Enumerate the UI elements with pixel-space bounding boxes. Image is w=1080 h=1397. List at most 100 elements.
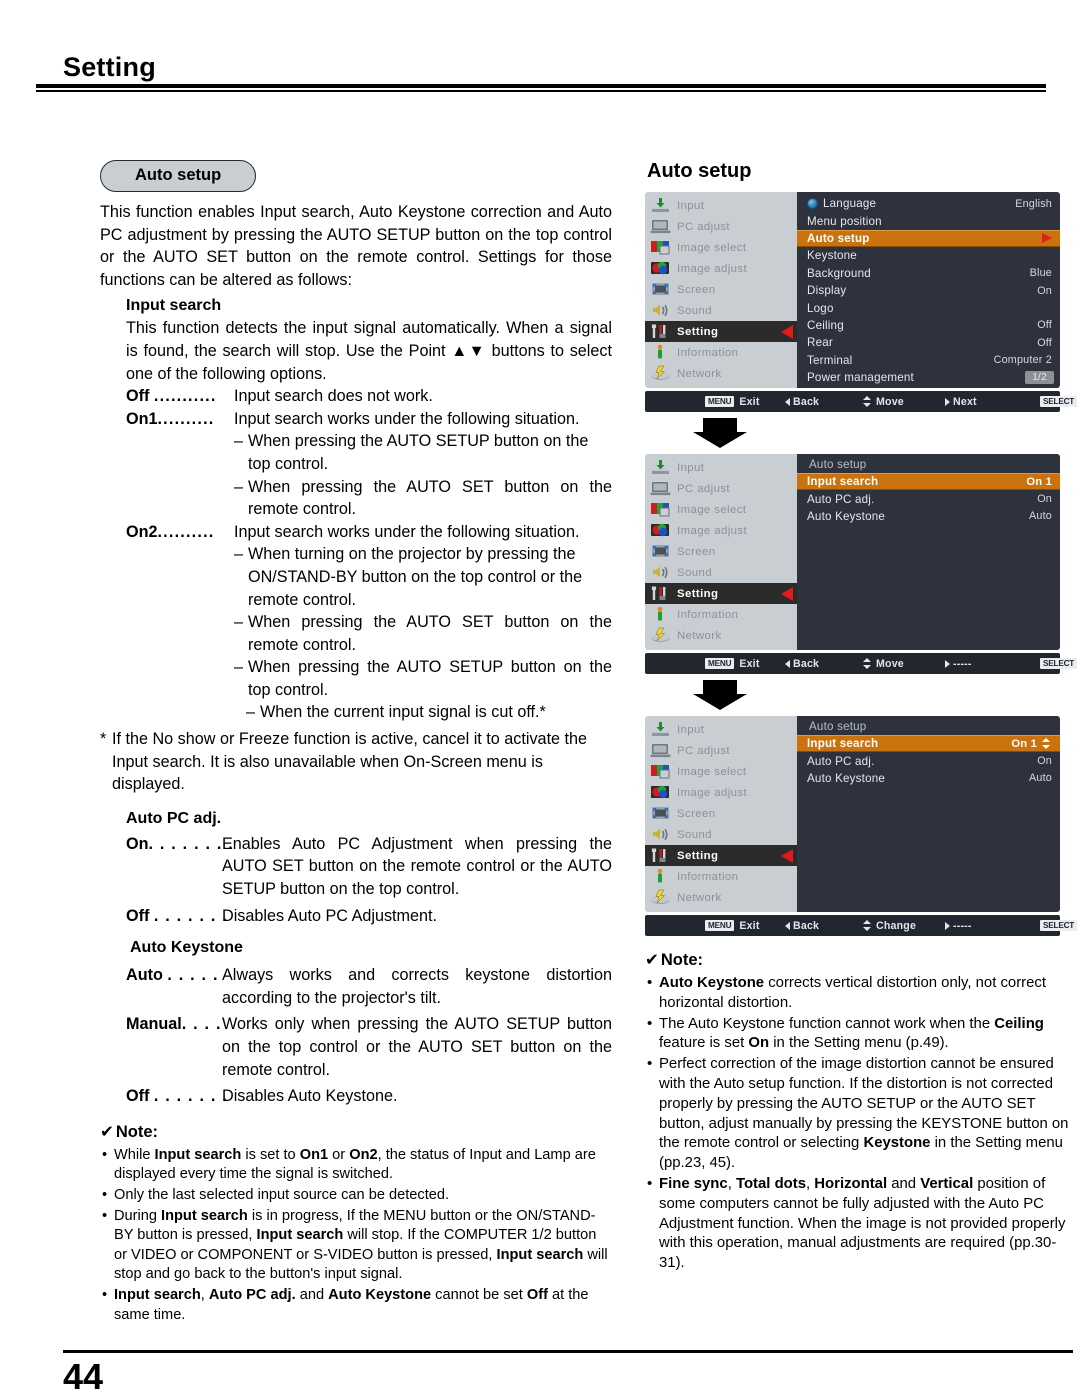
sidebar-item-setting[interactable]: Setting bbox=[645, 583, 797, 604]
image-select-icon bbox=[650, 239, 671, 256]
leader-dots: . . . . . . . bbox=[153, 1087, 228, 1106]
guide-label: Exit bbox=[739, 919, 760, 932]
osd-menu-item[interactable]: Auto Keystone Auto bbox=[797, 770, 1060, 787]
sidebar-item-input[interactable]: Input bbox=[645, 195, 797, 216]
right-arrow-icon bbox=[1042, 233, 1052, 244]
selected-caret-icon bbox=[781, 324, 793, 339]
osd-menu-item-label: Terminal bbox=[807, 353, 853, 367]
osd-menu-item-label: Ceiling bbox=[807, 318, 844, 332]
sidebar-item-pc-adjust[interactable]: PC adjust bbox=[645, 216, 797, 237]
screen-icon bbox=[650, 543, 671, 560]
sidebar-item-pc-adjust[interactable]: PC adjust bbox=[645, 478, 797, 499]
guide-next: Next bbox=[945, 396, 977, 408]
note-heading: ✔ Note: bbox=[100, 1122, 612, 1142]
sidebar-item-network[interactable]: Network bbox=[645, 625, 797, 646]
sidebar-item-network[interactable]: Network bbox=[645, 363, 797, 384]
guide--: ----- bbox=[945, 920, 972, 932]
on1-condition-list: – When pressing the AUTO SETUP button on … bbox=[234, 430, 612, 520]
sidebar-item-sound[interactable]: Sound bbox=[645, 562, 797, 583]
sidebar-item-sound[interactable]: Sound bbox=[645, 824, 797, 845]
osd-main-panel: Auto setup Input search On 1 Auto PC adj. O… bbox=[797, 716, 1060, 912]
guide-label: Back bbox=[793, 919, 820, 932]
osd-menu-item[interactable]: Auto Keystone Auto bbox=[797, 508, 1060, 525]
osd-menu-item[interactable]: Direct onOff bbox=[797, 386, 1060, 388]
osd-menu-item-label: Rear bbox=[807, 336, 833, 350]
sidebar-item-screen[interactable]: Screen bbox=[645, 279, 797, 300]
list-item: – When pressing the AUTO SETUP button on … bbox=[234, 656, 612, 701]
osd-menu-item[interactable]: Power managementOff bbox=[797, 369, 1060, 386]
osd-menu-item[interactable]: Keystone bbox=[797, 247, 1060, 264]
input-icon bbox=[650, 721, 671, 738]
guide-exit: MENU Exit bbox=[705, 396, 760, 408]
osd-menu-item-label: Auto PC adj. bbox=[807, 492, 875, 506]
setting-icon bbox=[650, 585, 671, 602]
osd-menu-item[interactable]: Input search On 1 bbox=[797, 735, 1060, 753]
option-row-auto: Auto . . . . . Always works and corrects… bbox=[126, 964, 612, 1009]
osd-menu-item-label: Menu position bbox=[807, 214, 882, 228]
sidebar-item-image-adjust[interactable]: Image adjust bbox=[645, 782, 797, 803]
select-key-icon: SELECT bbox=[1040, 396, 1078, 407]
option-description: Disables Auto Keystone. bbox=[222, 1087, 398, 1106]
screen-icon bbox=[650, 281, 671, 298]
osd-menu-item[interactable]: Rear Off bbox=[797, 334, 1060, 351]
left-column: Auto setup This function enables Input s… bbox=[100, 160, 612, 1326]
sidebar-item-screen[interactable]: Screen bbox=[645, 803, 797, 824]
osd-menu-item[interactable]: Auto PC adj. On bbox=[797, 490, 1060, 507]
selection-pointer-icon bbox=[797, 735, 806, 752]
sidebar-item-label: Sound bbox=[677, 566, 712, 579]
input-icon bbox=[650, 197, 671, 214]
sidebar-item-input[interactable]: Input bbox=[645, 719, 797, 740]
osd-menu-item-label: Language bbox=[823, 197, 877, 211]
sidebar-item-image-select[interactable]: Image select bbox=[645, 761, 797, 782]
footnote-asterisk: * If the No show or Freeze function is a… bbox=[100, 728, 612, 796]
list-item: The Auto Keystone function cannot work w… bbox=[645, 1015, 1070, 1055]
sidebar-item-information[interactable]: Information bbox=[645, 866, 797, 887]
input-icon bbox=[650, 459, 671, 476]
list-item: Auto Keystone corrects vertical distorti… bbox=[645, 974, 1070, 1014]
list-item: – When pressing the AUTO SET button on th… bbox=[234, 476, 612, 521]
osd-menu-item[interactable]: Menu position bbox=[797, 212, 1060, 229]
sidebar-item-image-adjust[interactable]: Image adjust bbox=[645, 258, 797, 279]
sidebar-item-input[interactable]: Input bbox=[645, 457, 797, 478]
sidebar-item-image-select[interactable]: Image select bbox=[645, 237, 797, 258]
osd-menu-item[interactable]: Auto PC adj. On bbox=[797, 752, 1060, 769]
option-row-on: On. . . . . . . . Enables Auto PC Adjust… bbox=[126, 833, 612, 901]
osd-menu-item-label: Keystone bbox=[807, 249, 857, 263]
osd-menu-item-label: Auto Keystone bbox=[807, 771, 886, 785]
sidebar-item-label: Image select bbox=[677, 765, 747, 778]
osd-menu-item[interactable]: Background Blue bbox=[797, 265, 1060, 282]
osd-menu-item[interactable]: Terminal Computer 2 bbox=[797, 352, 1060, 369]
sidebar-item-screen[interactable]: Screen bbox=[645, 541, 797, 562]
sidebar-item-network[interactable]: Network bbox=[645, 887, 797, 908]
osd-menu-item[interactable]: Ceiling Off bbox=[797, 317, 1060, 334]
option-term: On1 bbox=[126, 409, 158, 428]
sidebar-item-information[interactable]: Information bbox=[645, 604, 797, 625]
osd-sidebar: Input PC adjust Image select Image adjust Sc… bbox=[645, 454, 797, 650]
option-term: On2 bbox=[126, 522, 158, 541]
osd-menu-item[interactable]: Auto setup bbox=[797, 229, 1060, 248]
option-row-off: Off . . . . . . . Disables Auto Keystone… bbox=[126, 1085, 612, 1108]
sidebar-item-information[interactable]: Information bbox=[645, 342, 797, 363]
sidebar-item-pc-adjust[interactable]: PC adjust bbox=[645, 740, 797, 761]
menu-key-icon: MENU bbox=[705, 920, 735, 931]
sidebar-item-label: Network bbox=[677, 891, 722, 904]
guide-exit: MENU Exit bbox=[705, 658, 760, 670]
sidebar-item-setting[interactable]: Setting bbox=[645, 845, 797, 866]
sidebar-item-image-adjust[interactable]: Image adjust bbox=[645, 520, 797, 541]
sidebar-item-label: Image adjust bbox=[677, 524, 748, 537]
osd-menu-item[interactable]: Input search On 1 bbox=[797, 473, 1060, 491]
osd-menu-rows: Language English Menu position Auto setup Ke… bbox=[797, 195, 1060, 388]
note-heading: ✔ Note: bbox=[645, 950, 1070, 970]
osd-sidebar: Input PC adjust Image select Image adjust Sc… bbox=[645, 192, 797, 388]
sidebar-item-setting[interactable]: Setting bbox=[645, 321, 797, 342]
list-item: Fine sync, Total dots, Horizontal and Ve… bbox=[645, 1175, 1070, 1274]
osd-menu-item[interactable]: Language English bbox=[797, 195, 1060, 212]
osd-menu-item[interactable]: Display On bbox=[797, 282, 1060, 299]
sidebar-item-image-select[interactable]: Image select bbox=[645, 499, 797, 520]
sidebar-item-sound[interactable]: Sound bbox=[645, 300, 797, 321]
osd-menu-item[interactable]: Logo bbox=[797, 299, 1060, 316]
check-icon: ✔ bbox=[645, 950, 659, 969]
submenu-title: Auto setup bbox=[809, 720, 867, 733]
up-down-arrow-icon bbox=[863, 920, 872, 931]
sidebar-item-label: Information bbox=[677, 346, 739, 359]
